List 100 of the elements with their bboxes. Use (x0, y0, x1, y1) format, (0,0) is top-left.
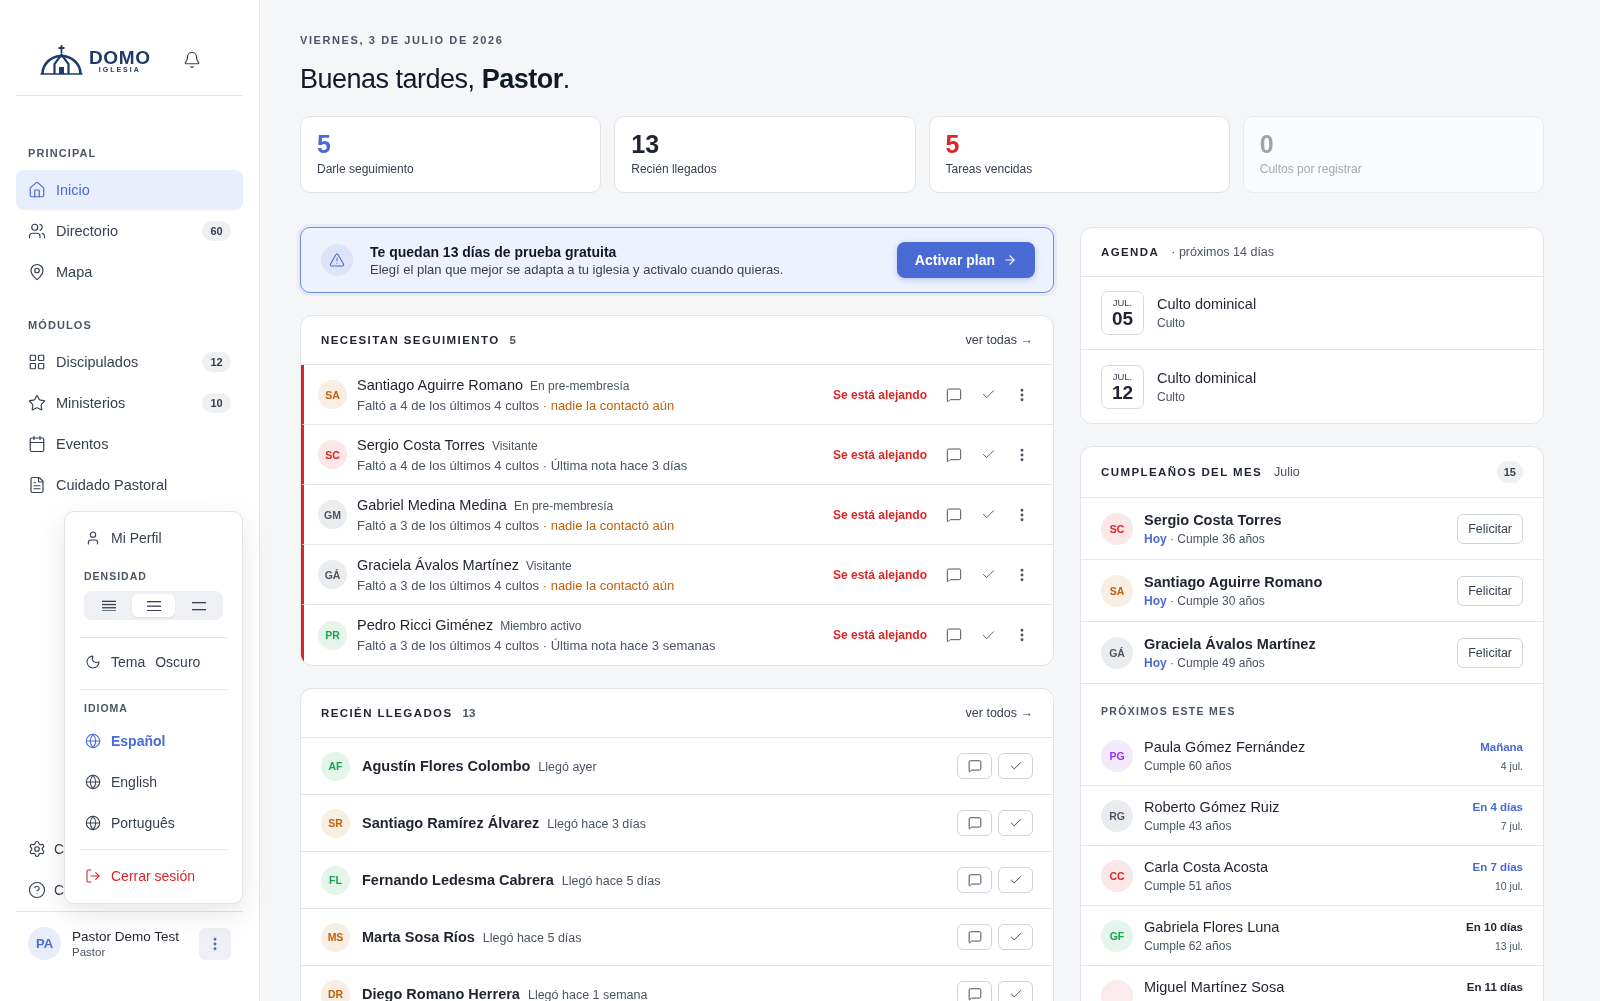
person-name: Roberto Gómez Ruiz (1144, 797, 1280, 816)
count-badge: 12 (202, 352, 231, 372)
member-status: Visitante (526, 558, 572, 573)
status-label: Se está alejando (832, 447, 927, 462)
avatar: SC (318, 440, 347, 469)
stat-value: 13 (631, 130, 660, 158)
count-badge: 60 (202, 221, 231, 241)
attendance-note: Faltó a 4 de los últimos 4 cultos · nadie la contactó aún (357, 396, 675, 414)
count-badge: 15 (1496, 461, 1523, 483)
stat-value: 5 (945, 130, 960, 158)
person-name: Sergio Costa Torres (1144, 510, 1282, 529)
member-status: En pre-membresía (513, 498, 614, 513)
card-title: AGENDA (1101, 246, 1160, 258)
birthday-age: Cumple 60 años (1144, 758, 1233, 774)
avatar: FL (321, 865, 350, 895)
stat-label: Darle seguimiento (317, 161, 414, 177)
event-month: JUL. (1112, 370, 1133, 382)
member-status: Visitante (491, 438, 538, 453)
menu-section-label: IDIOMA (83, 701, 129, 715)
avatar: SR (321, 808, 350, 838)
user-role: Pastor (72, 944, 107, 960)
person-name: Pedro Ricci Giménez (357, 616, 494, 634)
card-count: 13 (462, 707, 476, 719)
avatar: SA (318, 380, 347, 409)
avatar: MS (321, 922, 350, 952)
days-until: En 4 días (1472, 799, 1523, 814)
person-name: Sergio Costa Torres (357, 435, 485, 454)
attendance-note: Faltó a 3 de los últimos 4 cultos · nadie la contactó aún (357, 516, 675, 534)
section-label: PRÓXIMOS ESTE MES (1101, 704, 1237, 718)
person-name: Miguel Martínez Sosa (1144, 977, 1285, 996)
event-day: 12 (1111, 381, 1134, 403)
days-until: En 7 días (1472, 859, 1523, 874)
person-name: Graciela Ávalos Martínez (357, 555, 519, 574)
card-title: NECESITAN SEGUIMIENTO (321, 334, 500, 346)
user-name: Pastor Demo Test (72, 927, 180, 945)
user-avatar: PA (28, 927, 61, 960)
person-name: Santiago Aguirre Romano (1144, 572, 1323, 591)
person-name: Santiago Aguirre Romano (357, 375, 524, 394)
banner-title: Te quedan 13 días de prueba gratuita (370, 242, 618, 261)
greeting-heading: Buenas tardes, Pastor. (300, 63, 571, 96)
avatar: CC (1101, 859, 1133, 892)
avatar: PR (318, 620, 347, 650)
birthday-detail: Hoy · Cumple 30 años (1144, 593, 1266, 609)
avatar: GM (318, 500, 347, 529)
stat-value: 0 (1259, 130, 1274, 158)
card-title: RECIÉN LLEGADOS (321, 707, 453, 719)
birthday-date: 13 jul. (1494, 939, 1523, 953)
count-badge: 10 (202, 393, 231, 413)
status-label: Se está alejando (832, 628, 927, 642)
arrival-time: Llegó hace 3 días (547, 817, 646, 831)
card-subtitle: Julio (1274, 465, 1300, 479)
event-title: Culto dominical (1157, 295, 1257, 313)
arrival-time: Llegó hace 5 días (561, 874, 661, 888)
birthday-detail: Hoy · Cumple 49 años (1144, 655, 1266, 671)
stat-value: 5 (317, 130, 331, 158)
card-subtitle: · próximos 14 días (1171, 245, 1275, 259)
avatar: GF (1101, 919, 1133, 952)
status-label: Se está alejando (832, 387, 927, 402)
attendance-note: Faltó a 3 de los últimos 4 cultos · Última nota hace 3 semanas (357, 637, 716, 654)
event-type: Culto (1157, 316, 1186, 331)
person-name: Gabriel Medina Medina (357, 495, 507, 514)
arrival-time: Llegó hace 5 días (482, 931, 582, 945)
avatar: PG (1101, 739, 1133, 772)
attendance-note: Faltó a 4 de los últimos 4 cultos · Última nota hace 3 días (357, 456, 688, 474)
birthday-date: 10 jul. (1494, 879, 1523, 893)
person-name: Marta Sosa Ríos (362, 928, 475, 946)
date-label: VIERNES, 3 DE JULIO DE 2026 (300, 33, 505, 48)
avatar: RG (1101, 799, 1133, 832)
birthday-age: Cumple 62 años (1144, 938, 1233, 954)
event-type: Culto (1157, 389, 1186, 405)
birthday-detail: Hoy · Cumple 36 años (1144, 531, 1266, 547)
stat-label: Cultos por registrar (1259, 161, 1362, 177)
birthday-age: Cumple 43 años (1144, 818, 1233, 834)
avatar: DR (321, 979, 350, 1001)
member-status: Miembro activo (500, 619, 582, 633)
attendance-note: Faltó a 3 de los últimos 4 cultos · nadie la contactó aún (357, 576, 675, 594)
stat-label: Tareas vencidas (945, 161, 1033, 177)
person-name: Agustín Flores Colombo (362, 757, 531, 775)
days-until: Mañana (1480, 739, 1523, 754)
birthday-date: 7 jul. (1500, 819, 1523, 833)
person-name: Santiago Ramírez Álvarez (362, 814, 540, 832)
avatar: AF (321, 751, 350, 781)
banner-message: Elegí el plan que mejor se adapta a tu iglesia y activalo cuando quieras. (370, 260, 784, 278)
status-label: Se está alejando (832, 567, 927, 582)
person-name: Carla Costa Acosta (1144, 857, 1269, 876)
card-title: CUMPLEAÑOS DEL MES (1101, 466, 1263, 478)
person-name: Fernando Ledesma Cabrera (362, 871, 554, 889)
stat-label: Recién llegados (631, 161, 717, 177)
arrival-time: Llegó hace 1 semana (527, 988, 648, 1001)
person-name: Graciela Ávalos Martínez (1144, 634, 1316, 653)
birthday-age: Cumple 51 años (1144, 878, 1233, 894)
person-name: Gabriela Flores Luna (1144, 917, 1280, 936)
card-count: 5 (509, 334, 516, 346)
status-label: Se está alejando (832, 507, 927, 522)
avatar: SC (1101, 512, 1133, 545)
nav-section-title: MÓDULOS (27, 318, 93, 333)
avatar: GÁ (1101, 636, 1133, 669)
event-day: 05 (1111, 308, 1134, 329)
member-status: En pre-membresía (530, 378, 630, 393)
avatar: SA (1101, 574, 1133, 607)
